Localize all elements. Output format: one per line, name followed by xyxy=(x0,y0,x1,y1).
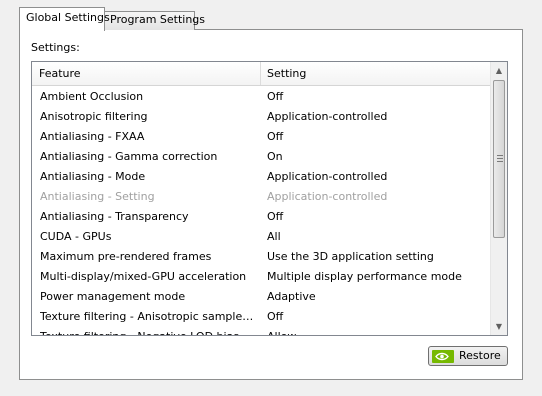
tab-global-settings[interactable]: Global Settings xyxy=(19,7,110,31)
nvidia-logo-icon xyxy=(432,350,454,363)
setting-cell[interactable]: All xyxy=(267,227,487,247)
table-row[interactable]: Multi-display/mixed-GPU acceleration Mult… xyxy=(32,267,490,287)
scroll-down-icon[interactable]: ▼ xyxy=(491,318,507,335)
tab-program-settings[interactable]: Program Settings xyxy=(104,11,205,30)
scroll-up-icon[interactable]: ▲ xyxy=(491,62,507,79)
table-row[interactable]: Antialiasing - Transparency Off xyxy=(32,207,490,227)
table-row[interactable]: Power management mode Adaptive xyxy=(32,287,490,307)
restore-button[interactable]: Restore xyxy=(428,346,508,366)
feature-cell: Power management mode xyxy=(40,290,186,303)
setting-cell[interactable]: Allow xyxy=(267,327,487,335)
table-row[interactable]: Maximum pre-rendered frames Use the 3D ap… xyxy=(32,247,490,267)
restore-button-label: Restore xyxy=(459,349,501,362)
feature-cell: Ambient Occlusion xyxy=(40,90,144,103)
feature-cell: Antialiasing - Mode xyxy=(40,170,146,183)
settings-label: Settings: xyxy=(31,41,80,54)
table-row[interactable]: Antialiasing - FXAA Off xyxy=(32,127,490,147)
feature-cell: Texture filtering - Anisotropic sample o… xyxy=(40,310,256,323)
feature-cell: Antialiasing - FXAA xyxy=(40,130,145,143)
column-header-feature[interactable]: Feature xyxy=(32,62,261,85)
setting-cell[interactable]: Application-controlled xyxy=(267,187,487,207)
table-row[interactable]: Antialiasing - Gamma correction On xyxy=(32,147,490,167)
vertical-scrollbar[interactable]: ▲ ▼ xyxy=(490,62,507,335)
setting-cell[interactable]: Application-controlled xyxy=(267,107,487,127)
feature-cell: Maximum pre-rendered frames xyxy=(40,250,212,263)
tab-global-settings-label: Global Settings xyxy=(26,11,110,24)
scroll-thumb[interactable] xyxy=(493,80,505,238)
feature-cell: Antialiasing - Setting xyxy=(40,190,155,203)
table-row[interactable]: Texture filtering - Anisotropic sample o… xyxy=(32,307,490,327)
setting-cell[interactable]: Off xyxy=(267,307,487,327)
feature-cell: Antialiasing - Gamma correction xyxy=(40,150,218,163)
grip-icon xyxy=(497,155,503,162)
feature-cell: Antialiasing - Transparency xyxy=(40,210,189,223)
feature-cell: Multi-display/mixed-GPU acceleration xyxy=(40,270,247,283)
setting-cell[interactable]: Off xyxy=(267,207,487,227)
setting-cell[interactable]: Off xyxy=(267,87,487,107)
table-row[interactable]: Ambient Occlusion Off xyxy=(32,87,490,107)
table-row[interactable]: Antialiasing - Setting Application-contro… xyxy=(32,187,490,207)
list-rows: Ambient Occlusion Off Anisotropic filterin… xyxy=(32,86,490,335)
setting-cell[interactable]: On xyxy=(267,147,487,167)
list-header: Feature Setting xyxy=(32,62,490,86)
setting-cell[interactable]: Off xyxy=(267,127,487,147)
feature-cell: CUDA - GPUs xyxy=(40,230,112,243)
column-header-setting[interactable]: Setting xyxy=(261,62,490,85)
nvidia-control-panel-manage-3d-settings: Global Settings Program Settings Setting… xyxy=(0,0,542,396)
table-row[interactable]: Antialiasing - Mode Application-controlle… xyxy=(32,167,490,187)
setting-cell[interactable]: Use the 3D application setting xyxy=(267,247,487,267)
feature-cell: Anisotropic filtering xyxy=(40,110,148,123)
feature-cell: Texture filtering - Negative LOD bias xyxy=(40,327,256,335)
setting-cell[interactable]: Multiple display performance mode xyxy=(267,267,487,287)
settings-list[interactable]: Feature Setting Ambient Occlusion Off Anis… xyxy=(31,61,508,336)
table-row[interactable]: Anisotropic filtering Application-control… xyxy=(32,107,490,127)
table-row[interactable]: Texture filtering - Negative LOD bias All… xyxy=(32,327,490,335)
tab-program-settings-label: Program Settings xyxy=(110,13,206,26)
table-row[interactable]: CUDA - GPUs All xyxy=(32,227,490,247)
setting-cell[interactable]: Adaptive xyxy=(267,287,487,307)
setting-cell[interactable]: Application-controlled xyxy=(267,167,487,187)
